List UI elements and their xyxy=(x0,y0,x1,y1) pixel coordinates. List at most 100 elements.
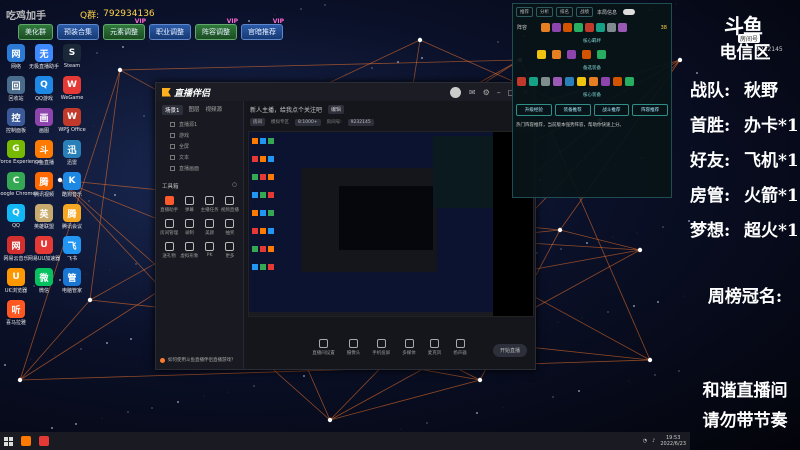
taskbar-douyu-icon[interactable] xyxy=(21,436,31,446)
app-titlebar[interactable]: 直播伴侣 ✉ ⚙ – □ ✕ xyxy=(156,83,535,101)
group-button[interactable]: 元素调整 VIP xyxy=(103,18,146,40)
bottom-tool[interactable]: 多媒体 xyxy=(402,338,416,356)
streaming-app-window[interactable]: 直播伴侣 ✉ ⚙ – □ ✕ 场景1 图层视频源 直播源1 游戏全屏文本直播画面 工… xyxy=(155,82,536,370)
desktop-icon[interactable]: GGeForce Experience xyxy=(0,140,41,165)
toolbox-item[interactable]: 主播任务 xyxy=(200,196,220,213)
toolbox-item[interactable]: 弹幕 xyxy=(179,196,199,213)
desktop-icon[interactable]: 听喜马拉雅 xyxy=(2,300,30,326)
desktop-icon[interactable]: 画画图 xyxy=(30,108,58,134)
scene-tab[interactable]: 视频源 xyxy=(206,105,223,115)
champion-icon[interactable] xyxy=(607,23,616,32)
volume-icon[interactable]: ♪ xyxy=(652,438,655,444)
collapse-icon[interactable]: ○ xyxy=(232,182,237,190)
group-button[interactable]: 预装合集 xyxy=(57,24,99,40)
toolbox-item[interactable]: 房间管理 xyxy=(159,219,179,236)
start-live-button[interactable]: 开始直播 xyxy=(492,344,527,357)
desktop-icon[interactable]: 管电脑管家 xyxy=(58,268,86,294)
desktop-icon[interactable]: 网网易云音乐 xyxy=(2,236,30,262)
source-item[interactable]: 直播源1 xyxy=(156,119,243,130)
desktop-icon[interactable]: 斗斗鱼直播 xyxy=(30,140,58,166)
scene-tab[interactable]: 图层 xyxy=(189,105,200,115)
champion-icon[interactable] xyxy=(567,50,576,59)
visibility-icon[interactable] xyxy=(170,144,175,149)
overlay-button[interactable]: 装备推荐 xyxy=(554,104,591,116)
desktop-icon[interactable]: 腾腾讯会议 xyxy=(58,204,86,230)
champion-icon[interactable] xyxy=(597,50,606,59)
desktop-icon[interactable]: U 网易UU加速器 xyxy=(28,236,60,262)
source-item[interactable]: 文本 xyxy=(156,152,243,163)
group-button[interactable]: 职业调整 xyxy=(149,24,191,40)
champion-icon[interactable] xyxy=(563,23,572,32)
visibility-icon[interactable] xyxy=(170,155,175,160)
source-item[interactable]: 全屏 xyxy=(156,141,243,152)
champion-icon[interactable] xyxy=(585,23,594,32)
overlay-button[interactable]: 升级经验 xyxy=(516,104,552,116)
bottom-tool[interactable]: 手机投屏 xyxy=(372,338,390,356)
desktop-icon[interactable]: W WPS Office xyxy=(58,108,86,133)
overlay-tab[interactable]: 排名 xyxy=(556,7,573,17)
desktop-icon[interactable]: 飞飞书 xyxy=(58,236,86,262)
toolbox-item[interactable]: 视频直播 xyxy=(220,196,240,213)
champion-icon[interactable] xyxy=(541,23,550,32)
source-item[interactable]: 直播画面 xyxy=(156,163,243,174)
group-button[interactable]: 美化群 xyxy=(18,24,53,40)
minimize-icon[interactable]: – xyxy=(497,88,501,97)
champion-icon[interactable] xyxy=(601,77,610,86)
desktop-icon[interactable]: S Steam xyxy=(58,44,86,69)
room-meta-item[interactable]: 8:1000+ xyxy=(295,118,321,126)
desktop-icon[interactable]: W WeGame xyxy=(58,76,86,101)
desktop-icon[interactable]: K 酷狗音乐 xyxy=(58,172,86,198)
champion-icon[interactable] xyxy=(613,77,622,86)
champion-icon[interactable] xyxy=(574,23,583,32)
toolbox-item[interactable]: 录制 xyxy=(179,219,199,236)
champion-icon[interactable] xyxy=(552,23,561,32)
system-clock[interactable]: 19:53 2022/6/23 xyxy=(660,435,686,447)
champion-icon[interactable] xyxy=(565,77,574,86)
desktop-icon[interactable]: 微微信 xyxy=(30,268,58,294)
desktop-icon[interactable]: C Google Chrome xyxy=(0,172,35,197)
visibility-icon[interactable] xyxy=(170,166,175,171)
champion-icon[interactable] xyxy=(625,77,634,86)
help-tip[interactable]: 如何使用斗鱼直播伴侣直播游戏？ xyxy=(160,357,236,363)
desktop-icon[interactable]: Q QQ游戏 xyxy=(30,76,58,102)
champion-icon[interactable] xyxy=(618,23,627,32)
champion-icon[interactable] xyxy=(582,50,591,59)
source-item[interactable]: 游戏 xyxy=(156,130,243,141)
group-button[interactable]: 官暗推荐 VIP xyxy=(241,18,284,40)
bottom-tool[interactable]: 麦克风 xyxy=(428,338,441,356)
toolbox-item[interactable]: 送礼物 xyxy=(159,242,179,259)
champion-icon[interactable] xyxy=(589,77,598,86)
overlay-button[interactable]: 阵容推荐 xyxy=(632,104,668,116)
toolbox-item[interactable]: 虚拟形象 xyxy=(179,242,199,259)
toolbox-item[interactable]: 抽奖 xyxy=(220,219,240,236)
visibility-icon[interactable] xyxy=(170,133,175,138)
windows-start-icon[interactable] xyxy=(4,436,13,446)
desktop-icon[interactable]: 腾腾讯视频 xyxy=(30,172,58,198)
bottom-tool[interactable]: 摄像头 xyxy=(347,338,360,356)
toolbox-item[interactable]: 更多 xyxy=(220,242,240,259)
taskbar-app-icon[interactable] xyxy=(39,436,49,446)
desktop-icon[interactable]: 英英雄联盟 xyxy=(30,204,58,230)
champion-icon[interactable] xyxy=(541,77,550,86)
champion-icon[interactable] xyxy=(517,77,526,86)
champion-icon[interactable] xyxy=(529,77,538,86)
overlay-toggle-switch[interactable] xyxy=(623,9,636,15)
bottom-tool[interactable]: 扬声器 xyxy=(453,338,467,356)
gear-icon[interactable]: ⚙ xyxy=(483,88,490,97)
champion-icon[interactable] xyxy=(553,77,562,86)
group-button[interactable]: 阵容调整 VIP xyxy=(195,18,238,40)
overlay-tab[interactable]: 推荐 xyxy=(516,7,533,17)
overlay-button[interactable]: 战斗推荐 xyxy=(593,104,630,116)
champion-icon[interactable] xyxy=(537,50,546,59)
champion-icon[interactable] xyxy=(577,77,586,86)
overlay-tab[interactable]: 分析 xyxy=(536,7,553,17)
champion-icon[interactable] xyxy=(552,50,561,59)
toolbox-item[interactable]: PK xyxy=(200,242,220,259)
message-icon[interactable]: ✉ xyxy=(469,88,476,97)
desktop-icon[interactable]: Q QQ xyxy=(2,204,30,229)
overlay-tab[interactable]: 战绩 xyxy=(576,7,593,17)
visibility-icon[interactable] xyxy=(170,122,175,127)
game-assistant-overlay[interactable]: 推荐 分析 排名 战绩 本局信息 阵容 38 核心羁绊 备选装备 核心装备 升级经验装… xyxy=(512,3,672,198)
desktop-icon[interactable]: 网网络 xyxy=(2,44,30,70)
toolbox-item[interactable]: 直播助手 xyxy=(159,196,179,213)
